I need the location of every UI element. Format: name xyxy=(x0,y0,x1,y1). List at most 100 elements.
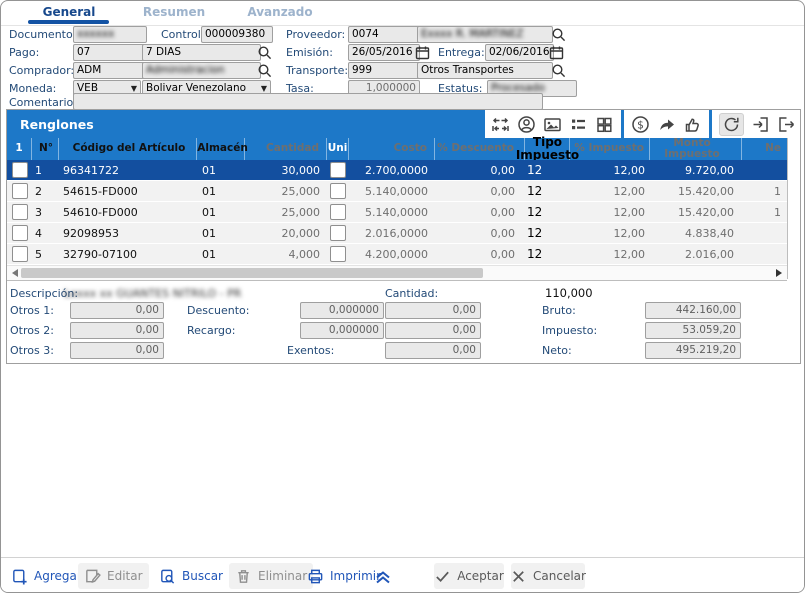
column-header[interactable]: Código del Artículo xyxy=(59,138,197,160)
table-row[interactable]: 5 32790-07100 01 4,000 4.200,0000 0,00 1… xyxy=(7,244,787,264)
sign-out-icon[interactable] xyxy=(777,115,796,134)
buscar-label: Buscar xyxy=(182,569,223,583)
column-header[interactable]: % Descuento xyxy=(435,138,525,160)
sign-in-icon[interactable] xyxy=(751,115,770,134)
transporte-code-field[interactable]: 999 xyxy=(348,62,420,79)
cell-cantidad: 4,000 xyxy=(245,244,327,264)
row-checkbox[interactable] xyxy=(12,246,28,262)
pago-desc-field[interactable]: 7 DIAS xyxy=(142,44,261,61)
descuento-monto-field[interactable]: 0,00 xyxy=(385,302,481,319)
search-document-icon xyxy=(159,568,176,585)
scroll-left-arrow-icon[interactable] xyxy=(12,269,18,277)
descuento-pct-field[interactable]: 0,000000 xyxy=(300,302,384,319)
tab-resumen[interactable]: Resumen xyxy=(121,5,227,19)
otros3-field[interactable]: 0,00 xyxy=(70,342,164,359)
column-header[interactable]: Uni xyxy=(327,138,349,160)
column-header[interactable]: Monto Impuesto xyxy=(650,138,742,160)
emision-field[interactable]: 26/05/2016 xyxy=(348,44,420,61)
entrega-field[interactable]: 02/06/2016 xyxy=(485,44,554,61)
cell-almacen: 01 xyxy=(197,244,245,264)
transporte-desc-field[interactable]: Otros Transportes xyxy=(417,62,553,79)
cell-monto-impuesto: 15.420,00 xyxy=(650,202,742,222)
uni-checkbox[interactable] xyxy=(330,183,346,199)
image-icon[interactable] xyxy=(543,115,562,134)
agregar-button[interactable]: Agregar xyxy=(5,563,88,589)
row-checkbox[interactable] xyxy=(12,204,28,220)
table-row[interactable]: 3 54610-FD000 01 25,000 5.140,0000 0,00 … xyxy=(7,202,787,222)
dollar-icon[interactable]: $ xyxy=(631,115,650,134)
comprador-name-field[interactable]: Administracion xyxy=(142,62,261,79)
cell-monto-impuesto: 2.016,00 xyxy=(650,244,742,264)
scroll-right-arrow-icon[interactable] xyxy=(776,269,782,277)
cancelar-button[interactable]: Cancelar xyxy=(511,563,585,589)
column-header[interactable]: % Impuesto xyxy=(570,138,650,160)
column-width-icon[interactable] xyxy=(491,115,510,134)
column-header[interactable]: N° xyxy=(32,138,59,160)
otros2-field[interactable]: 0,00 xyxy=(70,322,164,339)
row-checkbox[interactable] xyxy=(12,183,28,199)
refresh-icon[interactable] xyxy=(719,113,744,136)
thumb-up-icon[interactable] xyxy=(683,115,702,134)
user-icon[interactable] xyxy=(517,115,536,134)
pago-code-field[interactable]: 07 xyxy=(73,44,147,61)
transporte-search-icon[interactable] xyxy=(551,63,566,78)
row-checkbox[interactable] xyxy=(12,162,28,178)
row-checkbox[interactable] xyxy=(12,225,28,241)
otros1-field[interactable]: 0,00 xyxy=(70,302,164,319)
recargo-pct-field[interactable]: 0,000000 xyxy=(300,322,384,339)
eliminar-label: Eliminar xyxy=(258,569,307,583)
cell-numero: 2 xyxy=(32,181,59,201)
column-header[interactable]: Ne xyxy=(742,138,787,160)
forward-icon[interactable] xyxy=(657,115,676,134)
column-header[interactable]: Almacén xyxy=(197,138,245,160)
recargo-monto-field[interactable]: 0,00 xyxy=(385,322,481,339)
tab-avanzado[interactable]: Avanzado xyxy=(227,5,333,19)
control-field[interactable]: 000009380 xyxy=(201,26,273,43)
comprador-label: Comprador: xyxy=(9,64,74,77)
cell-uni xyxy=(327,223,349,243)
pago-search-icon[interactable] xyxy=(257,45,272,60)
collapse-toolbar-icon[interactable] xyxy=(373,566,393,590)
column-header[interactable]: Tipo Impuesto xyxy=(525,138,570,160)
aceptar-button[interactable]: Aceptar xyxy=(434,563,504,589)
neto-field: 495.219,20 xyxy=(645,342,741,359)
proveedor-name-field[interactable]: Exxxx R. MARTINEZ xyxy=(417,26,553,43)
pallet-icon[interactable] xyxy=(595,115,614,134)
list-icon[interactable] xyxy=(569,115,588,134)
uni-checkbox[interactable] xyxy=(330,204,346,220)
comprador-code-field[interactable]: ADM xyxy=(73,62,147,79)
uni-checkbox[interactable] xyxy=(330,162,346,178)
editar-button[interactable]: Editar xyxy=(78,563,149,589)
cell-monto-impuesto: 15.420,00 xyxy=(650,181,742,201)
proveedor-code-field[interactable]: 0074 xyxy=(348,26,420,43)
cell-codigo-articulo: 32790-07100 xyxy=(59,244,197,264)
emision-calendar-icon[interactable] xyxy=(415,45,430,60)
column-header[interactable]: Cantidad xyxy=(245,138,327,160)
column-header[interactable]: 1 xyxy=(7,138,32,160)
documento-field[interactable]: xxxxxx xyxy=(73,26,147,43)
cell-tipo-impuesto: 12 xyxy=(525,223,570,243)
scrollbar-thumb[interactable] xyxy=(21,268,483,278)
cell-tipo-impuesto: 12 xyxy=(525,160,570,180)
uni-checkbox[interactable] xyxy=(330,246,346,262)
cell-uni xyxy=(327,181,349,201)
entrega-calendar-icon[interactable] xyxy=(549,45,564,60)
proveedor-search-icon[interactable] xyxy=(551,27,566,42)
uni-checkbox[interactable] xyxy=(330,225,346,241)
table-row[interactable]: 4 92098953 01 20,000 2.016,0000 0,00 12 … xyxy=(7,223,787,243)
buscar-button[interactable]: Buscar xyxy=(153,563,229,589)
toolbar-separator xyxy=(621,110,624,138)
table-row[interactable]: 1 96341722 01 30,000 2.700,0000 0,00 12 … xyxy=(7,160,787,180)
table-row[interactable]: 2 54615-FD000 01 25,000 5.140,0000 0,00 … xyxy=(7,181,787,201)
column-header[interactable]: Costo xyxy=(349,138,435,160)
horizontal-scrollbar[interactable] xyxy=(7,265,787,281)
printer-icon xyxy=(307,568,324,585)
vertical-scrollbar-track[interactable] xyxy=(787,138,800,279)
cell-monto-impuesto: 4.838,40 xyxy=(650,223,742,243)
tab-general[interactable]: General xyxy=(16,5,122,19)
comprador-search-icon[interactable] xyxy=(257,63,272,78)
cell-uni xyxy=(327,160,349,180)
comentario-field[interactable] xyxy=(73,93,543,110)
exentos-field[interactable]: 0,00 xyxy=(385,342,481,359)
otros2-label: Otros 2: xyxy=(10,324,54,337)
